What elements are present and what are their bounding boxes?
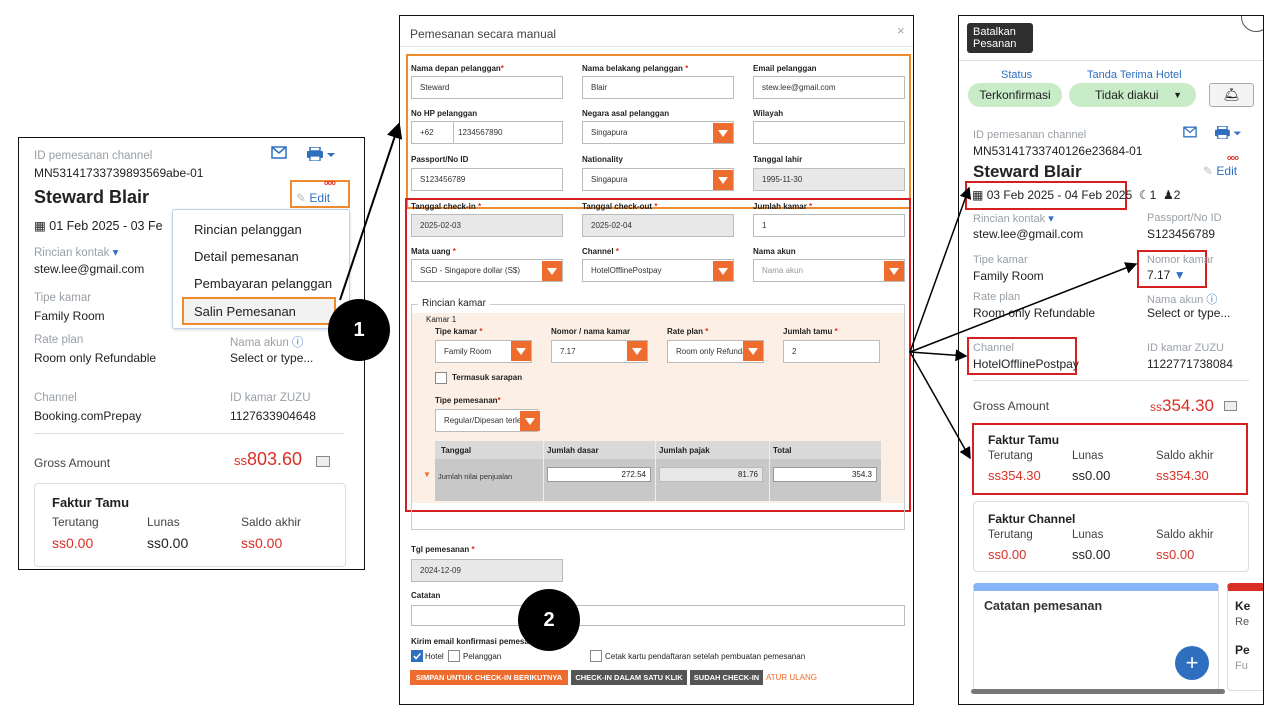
arrow-to-channel [909, 349, 968, 362]
annotation-arrows [339, 122, 1138, 460]
arrow-to-date [909, 186, 972, 353]
arrow-copy-to-form [339, 122, 403, 301]
arrow-to-invoice [909, 351, 971, 460]
arrow-to-room-number [909, 262, 1138, 353]
